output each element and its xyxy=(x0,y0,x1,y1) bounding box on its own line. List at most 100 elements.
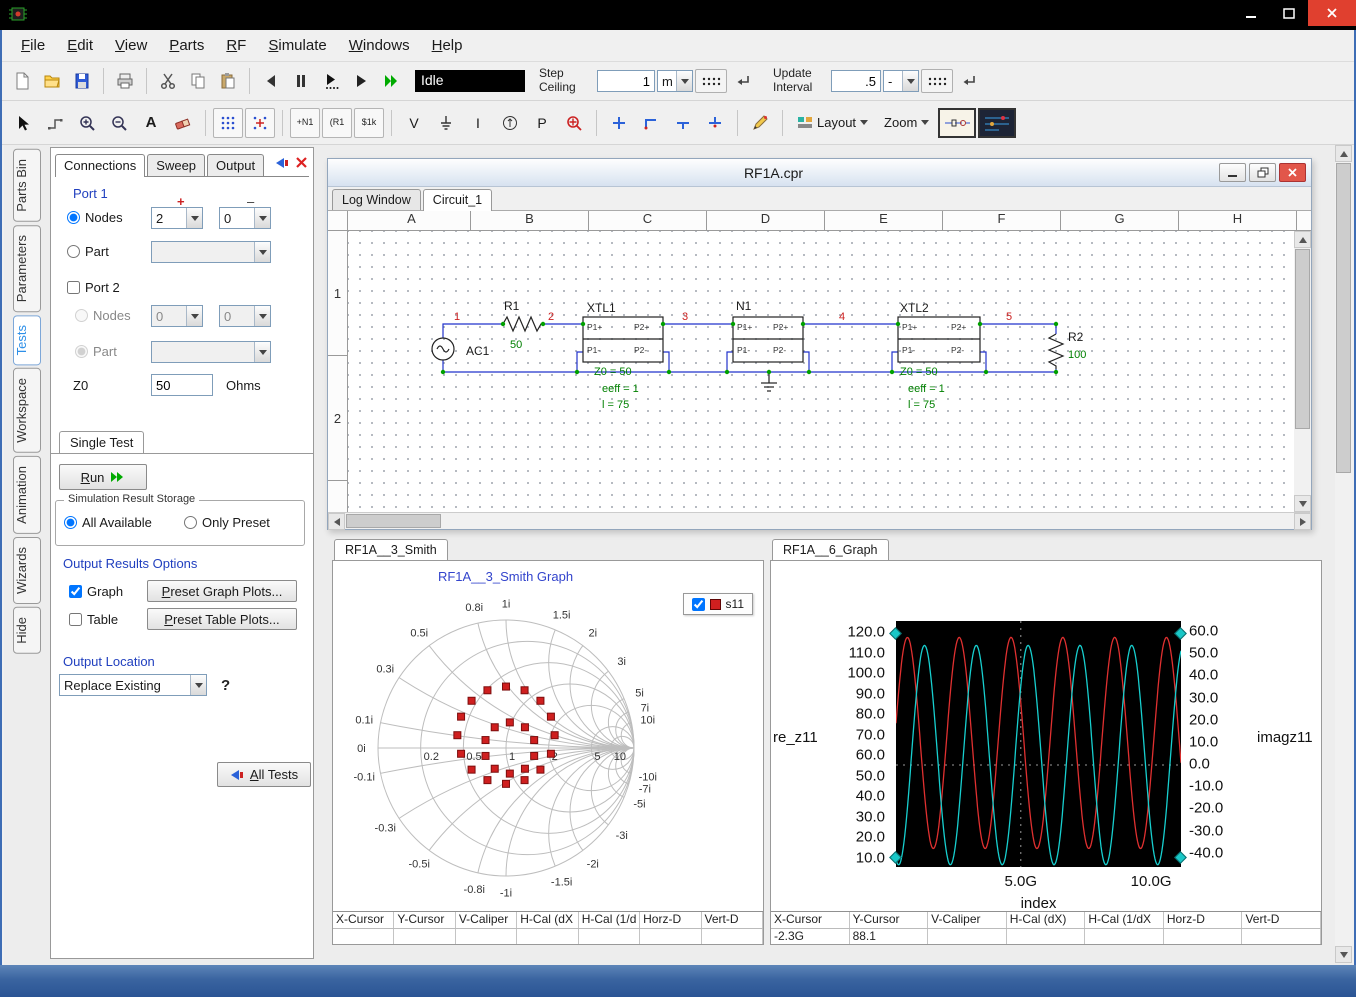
tab-smith-window[interactable]: RF1A__3_Smith xyxy=(334,539,448,560)
probe-button[interactable] xyxy=(559,108,589,138)
titlebar[interactable] xyxy=(0,0,1356,30)
pointer-tool-button[interactable] xyxy=(8,108,38,138)
dock-panel-button[interactable] xyxy=(274,156,291,173)
copy-button[interactable] xyxy=(184,67,212,95)
step-run-button[interactable] xyxy=(317,67,345,95)
menu-item[interactable]: File xyxy=(10,31,56,61)
output-location-help[interactable]: ? xyxy=(221,677,230,694)
text-tool-button[interactable]: A xyxy=(136,108,166,138)
zoom-out-button[interactable] xyxy=(104,108,134,138)
run-test-button[interactable]: Run xyxy=(59,464,147,490)
tab-connections[interactable]: Connections xyxy=(55,154,145,177)
sidebar-tab-hide[interactable]: Hide xyxy=(13,607,41,654)
table-checkbox[interactable] xyxy=(69,613,82,626)
tab-output[interactable]: Output xyxy=(207,154,264,176)
scroll-thumb[interactable] xyxy=(1336,163,1351,473)
sidebar-tab-wizards[interactable]: Wizards xyxy=(13,537,41,604)
zoom-dropdown[interactable]: Zoom xyxy=(877,110,936,136)
scroll-thumb[interactable] xyxy=(346,514,441,528)
workspace-vscrollbar[interactable] xyxy=(1335,145,1352,963)
minimize-button[interactable] xyxy=(1232,0,1270,26)
maximize-button[interactable] xyxy=(1270,0,1308,26)
new-file-button[interactable] xyxy=(8,67,36,95)
step-back-button[interactable] xyxy=(257,67,285,95)
annotate-pen-button[interactable] xyxy=(745,108,775,138)
z0-input[interactable] xyxy=(151,374,213,396)
node-numbers-button[interactable]: +N1 xyxy=(290,108,320,138)
fast-run-button[interactable] xyxy=(377,67,405,95)
run-button-toolbar[interactable] xyxy=(347,67,375,95)
scroll-down-arrow[interactable] xyxy=(1335,946,1352,963)
menu-item[interactable]: Simulate xyxy=(257,31,337,61)
wire-tee-button[interactable] xyxy=(668,108,698,138)
scroll-right-arrow[interactable] xyxy=(1294,513,1311,530)
menu-item[interactable]: RF xyxy=(215,31,257,61)
port1-nodes-radio[interactable] xyxy=(67,211,80,224)
menu-item[interactable]: Help xyxy=(421,31,474,61)
close-button[interactable] xyxy=(1308,0,1356,26)
port2-part-select[interactable] xyxy=(151,341,271,363)
all-available-radio[interactable] xyxy=(64,516,77,529)
menu-item[interactable]: Windows xyxy=(338,31,421,61)
step-apply-button[interactable] xyxy=(729,67,757,95)
zoom-in-button[interactable] xyxy=(72,108,102,138)
port2-nodes-radio[interactable] xyxy=(75,309,88,322)
menu-item[interactable]: Edit xyxy=(56,31,104,61)
tab-single-test[interactable]: Single Test xyxy=(59,431,144,453)
ground-button[interactable] xyxy=(431,108,461,138)
only-preset-radio[interactable] xyxy=(184,516,197,529)
tab-circuit-1[interactable]: Circuit_1 xyxy=(423,189,492,211)
scroll-down-arrow[interactable] xyxy=(1294,495,1311,512)
wire-cross-button[interactable] xyxy=(700,108,730,138)
port2-checkbox[interactable] xyxy=(67,281,80,294)
print-button[interactable] xyxy=(111,67,139,95)
port1-part-select[interactable] xyxy=(151,241,271,263)
preset-table-plots-button[interactable]: Preset Table Plots... xyxy=(147,608,297,630)
scroll-left-arrow[interactable] xyxy=(328,513,345,530)
schematic-canvas[interactable]: 1 2 3 4 5 AC1 R1 50 XTL1 N1 XTL2 R2 100 … xyxy=(348,231,1294,512)
schematic-view-button[interactable] xyxy=(938,108,976,138)
save-button[interactable] xyxy=(68,67,96,95)
power-marker-button[interactable]: P xyxy=(527,108,557,138)
preset-graph-plots-button[interactable]: Preset Graph Plots... xyxy=(147,580,297,602)
sidebar-tab-workspace[interactable]: Workspace xyxy=(13,368,41,453)
part-values-button[interactable]: $1k xyxy=(354,108,384,138)
sidebar-tab-tests[interactable]: Tests xyxy=(13,315,41,365)
port2-minus-node-select[interactable]: 0 xyxy=(219,305,271,327)
open-file-button[interactable] xyxy=(38,67,66,95)
port2-plus-node-select[interactable]: 0 xyxy=(151,305,203,327)
waveform-plot[interactable] xyxy=(896,621,1181,867)
ref-designator-button[interactable]: (R1 xyxy=(322,108,352,138)
interval-options-button[interactable] xyxy=(921,69,953,93)
scroll-thumb[interactable] xyxy=(1295,249,1310,429)
cut-button[interactable] xyxy=(154,67,182,95)
step-options-button[interactable] xyxy=(695,69,727,93)
grid-toggle-button[interactable] xyxy=(213,108,243,138)
all-tests-button[interactable]: All Tests xyxy=(217,762,311,787)
pcb-view-button[interactable] xyxy=(978,108,1016,138)
s11-visibility-checkbox[interactable] xyxy=(692,598,705,611)
pause-button[interactable] xyxy=(287,67,315,95)
port2-part-radio[interactable] xyxy=(75,345,88,358)
scroll-up-arrow[interactable] xyxy=(1335,145,1352,162)
sidebar-tab-parameters[interactable]: Parameters xyxy=(13,225,41,312)
sidebar-tab-parts-bin[interactable]: Parts Bin xyxy=(13,149,41,222)
schematic-hscrollbar[interactable] xyxy=(328,512,1311,529)
snap-grid-button[interactable] xyxy=(245,108,275,138)
update-interval-unit-select[interactable]: - xyxy=(883,70,919,92)
step-ceiling-unit-select[interactable]: m xyxy=(657,70,693,92)
child-close-button[interactable] xyxy=(1279,163,1306,182)
step-ceiling-input[interactable] xyxy=(597,70,655,92)
wire-tool-button[interactable] xyxy=(40,108,70,138)
tab-sweep[interactable]: Sweep xyxy=(147,154,205,176)
wire-corner-button[interactable] xyxy=(636,108,666,138)
tab-log-window[interactable]: Log Window xyxy=(332,189,421,210)
schematic-vscrollbar[interactable] xyxy=(1294,231,1311,512)
menu-item[interactable]: Parts xyxy=(158,31,215,61)
schematic-window-titlebar[interactable]: RF1A.cpr xyxy=(328,159,1311,187)
tab-graph-window[interactable]: RF1A__6_Graph xyxy=(772,539,889,560)
eraser-tool-button[interactable] xyxy=(168,108,198,138)
child-minimize-button[interactable] xyxy=(1219,163,1246,182)
junction-add-button[interactable] xyxy=(604,108,634,138)
voltage-marker-button[interactable]: V xyxy=(399,108,429,138)
